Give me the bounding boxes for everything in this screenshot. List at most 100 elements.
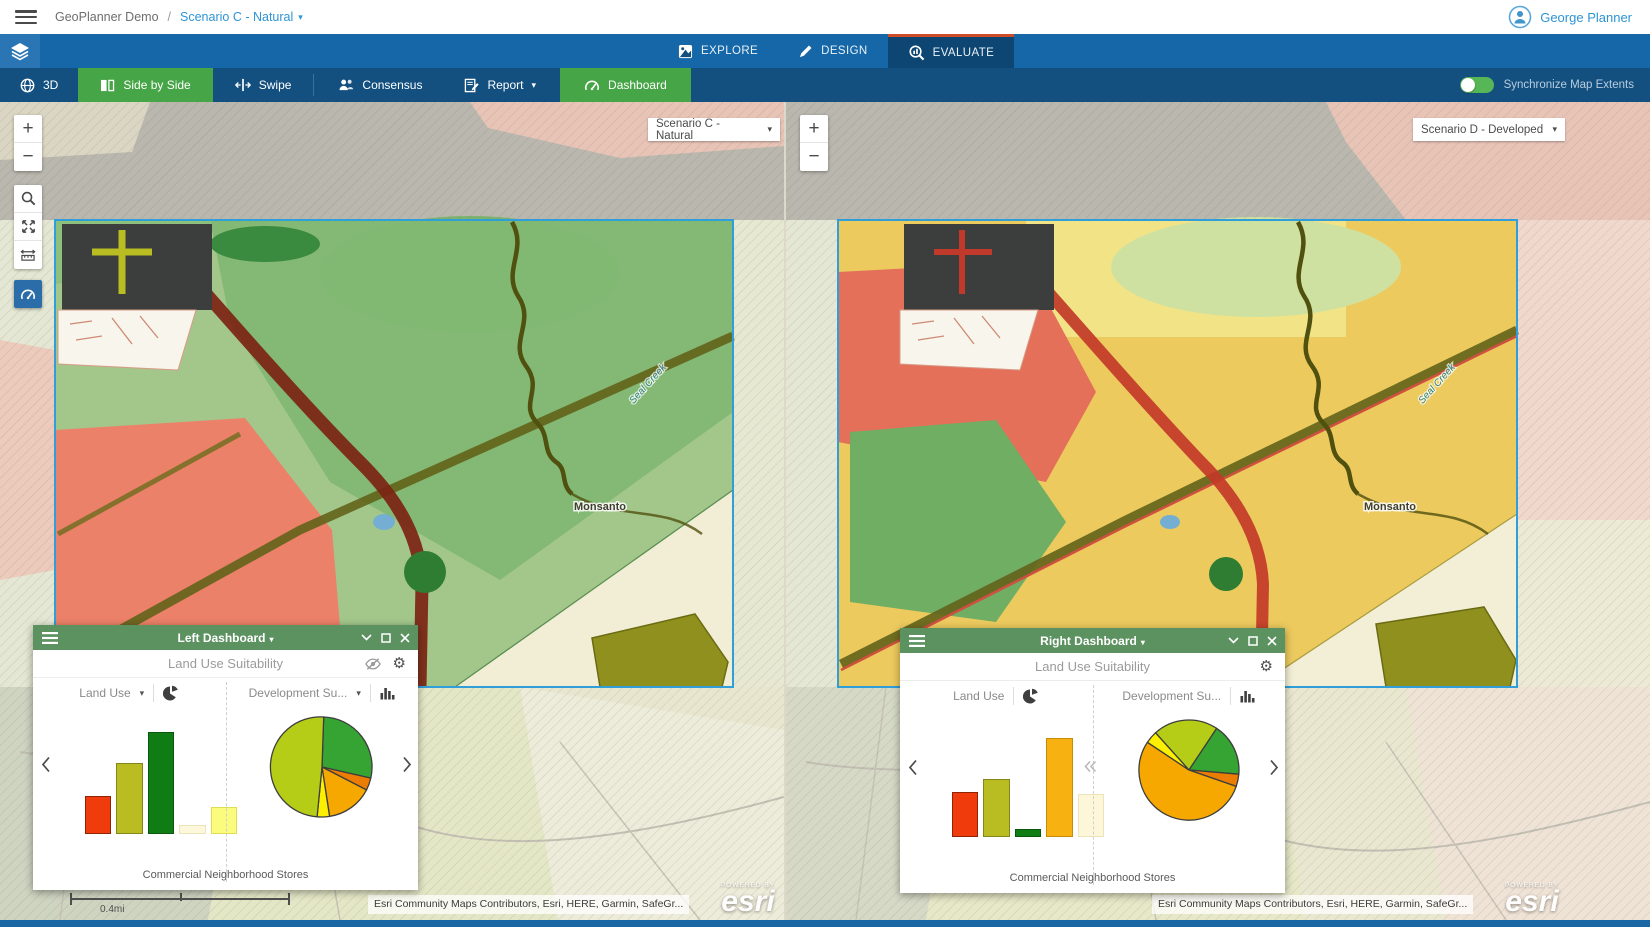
left-dashboard-titlebar[interactable]: Left Dashboard▾: [33, 625, 418, 650]
footer-label: Commercial Neighborhood Stores: [33, 869, 418, 881]
globe-icon: [20, 78, 35, 93]
sync-extents-toggle[interactable]: [1460, 77, 1494, 93]
side-by-side-label: Side by Side: [123, 78, 190, 92]
design-pencil-icon: [798, 44, 813, 59]
esri-logo: POWERED BY esri: [716, 882, 780, 915]
zoom-control: + −: [14, 115, 42, 171]
development-suitability-selector[interactable]: Development Su...: [1122, 689, 1221, 703]
tab-design[interactable]: DESIGN: [778, 34, 888, 68]
collapse-icon[interactable]: [361, 634, 372, 641]
primary-nav-bar: EXPLORE DESIGN EVALUATE: [0, 34, 1650, 68]
swipe-icon: [235, 78, 251, 92]
pie-chart-panel: Development Su...: [1093, 681, 1286, 853]
zoom-control: + −: [800, 115, 828, 171]
dashboard-menu-icon[interactable]: [909, 635, 925, 647]
right-dashboard-window: Right Dashboard▾ Land Use Suitability ⚙ …: [900, 628, 1285, 893]
land-use-selector[interactable]: Land Use: [79, 686, 130, 700]
widget-header: Land Use Suitability ⚙: [900, 653, 1285, 681]
scenario-breadcrumb-dropdown[interactable]: Scenario C - Natural ▾: [180, 10, 303, 24]
side-by-side-button[interactable]: Side by Side: [78, 68, 212, 102]
tab-evaluate-label: EVALUATE: [933, 47, 995, 59]
maximize-icon[interactable]: [381, 633, 391, 643]
3d-button[interactable]: 3D: [0, 68, 78, 102]
report-icon: [464, 78, 479, 93]
column-chart-icon[interactable]: [1240, 689, 1255, 703]
left-scenario-label: Scenario C - Natural: [656, 118, 759, 142]
zoom-in-button[interactable]: +: [800, 115, 828, 143]
explore-icon: [678, 44, 693, 59]
column-chart-icon[interactable]: [380, 686, 395, 700]
measure-icon[interactable]: [14, 241, 42, 269]
right-scenario-label: Scenario D - Developed: [1421, 124, 1543, 136]
widget-header: Land Use Suitability ⚙: [33, 650, 418, 678]
report-button[interactable]: Report ▾: [446, 68, 554, 102]
pager-right-icon[interactable]: [1269, 759, 1279, 776]
chevron-down-icon: ▾: [767, 125, 772, 134]
app-title: GeoPlanner Demo: [55, 10, 159, 24]
land-use-selector[interactable]: Land Use: [953, 689, 1004, 703]
consensus-button[interactable]: Consensus: [314, 68, 446, 102]
side-by-side-icon: [100, 79, 115, 92]
consensus-people-icon: [338, 78, 354, 92]
dashboard-footer: Commercial Neighborhood Stores: [33, 850, 418, 890]
user-name: George Planner: [1540, 10, 1632, 25]
chevron-down-icon: ▾: [270, 635, 274, 644]
bar-chart-panel: Land Use ▾: [33, 678, 226, 850]
map-tools: [14, 185, 42, 269]
chevron-down-icon[interactable]: ▾: [140, 689, 145, 698]
breadcrumb-separator: /: [168, 10, 171, 24]
tab-evaluate[interactable]: EVALUATE: [888, 34, 1015, 68]
zoom-out-button[interactable]: −: [800, 143, 828, 171]
pie-chart-icon[interactable]: [163, 685, 179, 701]
left-scenario-selector[interactable]: Scenario C - Natural ▾: [648, 118, 780, 141]
close-icon[interactable]: [400, 633, 410, 643]
place-label-monsanto: Monsanto: [1364, 501, 1416, 513]
development-suitability-selector[interactable]: Development Su...: [249, 686, 348, 700]
3d-label: 3D: [43, 78, 58, 92]
scale-mi-label: 0.4mi: [100, 904, 124, 915]
dashboard-gauge-icon[interactable]: [14, 280, 42, 308]
zoom-out-button[interactable]: −: [14, 143, 42, 171]
dashboard-label: Dashboard: [608, 78, 667, 92]
tab-design-label: DESIGN: [821, 45, 868, 57]
hamburger-menu-icon[interactable]: [15, 10, 37, 24]
dashboard-footer: Commercial Neighborhood Stores: [900, 853, 1285, 893]
tab-explore[interactable]: EXPLORE: [658, 34, 778, 68]
search-icon[interactable]: [14, 185, 42, 213]
pager-left-icon[interactable]: [41, 756, 51, 773]
right-map-panel: Monsanto Seal Creek + − Scenario D - Dev…: [786, 102, 1650, 920]
right-scenario-selector[interactable]: Scenario D - Developed ▾: [1413, 118, 1565, 141]
pager-right-icon[interactable]: [402, 756, 412, 773]
bar-chart-panel: Land Use: [900, 681, 1093, 853]
maximize-icon[interactable]: [1248, 636, 1258, 646]
report-label: Report: [487, 78, 523, 92]
map-attribution: Esri Community Maps Contributors, Esri, …: [1152, 895, 1473, 914]
dashboard-menu-icon[interactable]: [42, 632, 58, 644]
gear-icon[interactable]: ⚙: [1260, 659, 1273, 674]
chevron-down-icon: ▾: [1141, 638, 1145, 647]
esri-logo: POWERED BY esri: [1500, 882, 1564, 915]
zoom-in-button[interactable]: +: [14, 115, 42, 143]
gear-icon[interactable]: ⚙: [393, 656, 406, 671]
dashboard-button[interactable]: Dashboard: [560, 68, 691, 102]
visibility-off-icon[interactable]: [365, 657, 381, 671]
right-dashboard-titlebar[interactable]: Right Dashboard▾: [900, 628, 1285, 653]
close-icon[interactable]: [1267, 636, 1277, 646]
layers-button[interactable]: [0, 34, 40, 68]
swipe-label: Swipe: [259, 78, 292, 92]
full-extent-icon[interactable]: [14, 213, 42, 241]
collapse-icon[interactable]: [1228, 637, 1239, 644]
tab-explore-label: EXPLORE: [701, 45, 758, 57]
pie-chart-icon[interactable]: [1023, 688, 1039, 704]
user-avatar-icon: [1508, 5, 1532, 29]
pager-collapse-icon[interactable]: [1083, 759, 1098, 774]
map-comparison-area: Monsanto Seal Creek + −: [0, 102, 1650, 920]
dashboard-charts: Land Use Development Su...: [900, 681, 1285, 853]
swipe-button[interactable]: Swipe: [213, 68, 314, 102]
user-menu[interactable]: George Planner: [1508, 5, 1632, 29]
widget-title: Land Use Suitability: [1035, 659, 1150, 674]
chevron-down-icon: ▾: [298, 13, 303, 22]
bottom-accent-strip: [0, 920, 1650, 927]
chevron-down-icon[interactable]: ▾: [356, 689, 361, 698]
pager-left-icon[interactable]: [908, 759, 918, 776]
